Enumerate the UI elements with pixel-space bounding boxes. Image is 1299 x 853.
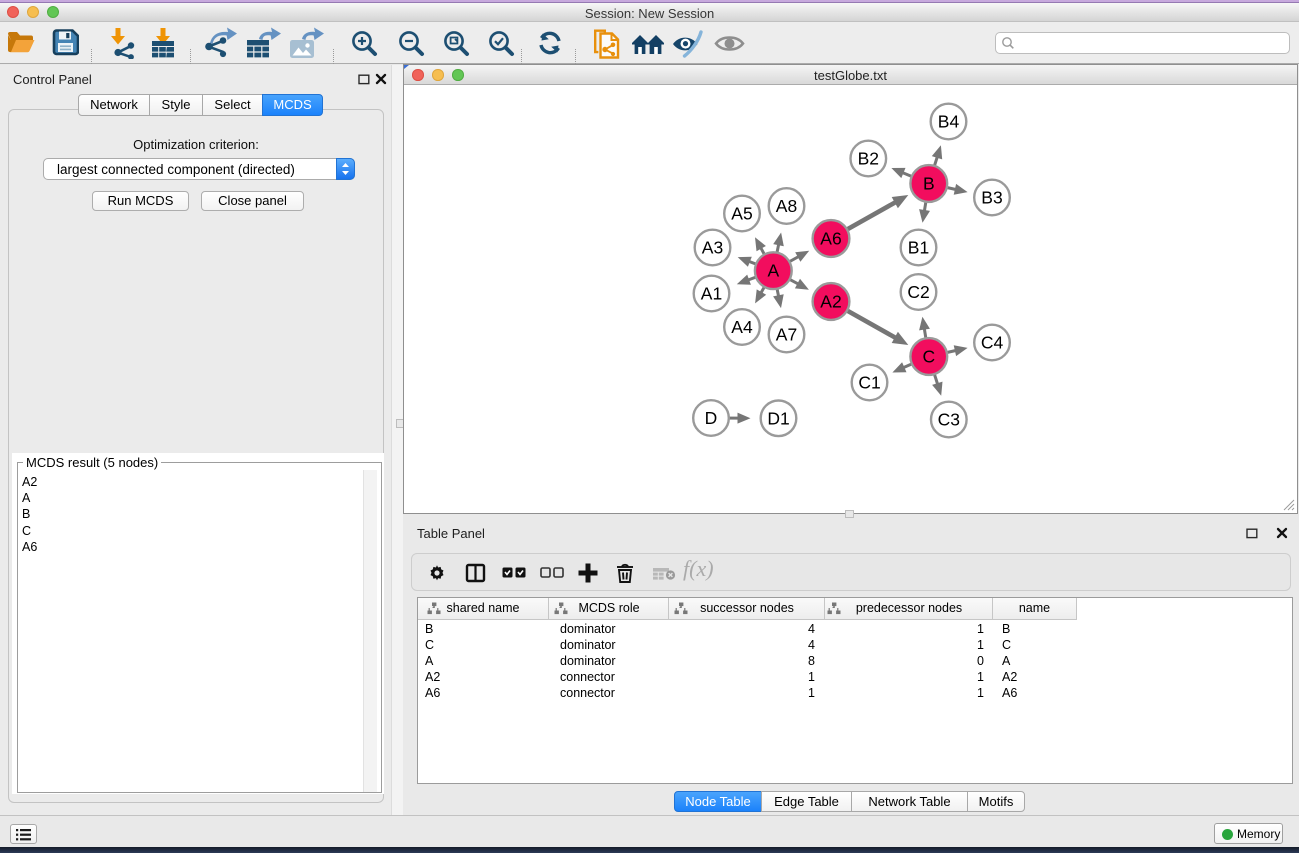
svg-text:B: B xyxy=(922,174,934,194)
svg-text:A1: A1 xyxy=(700,284,721,304)
svg-text:A2: A2 xyxy=(820,292,841,312)
svg-text:D: D xyxy=(704,408,717,428)
svg-text:A8: A8 xyxy=(775,196,796,216)
svg-text:A3: A3 xyxy=(701,238,722,258)
svg-text:C1: C1 xyxy=(858,373,880,393)
svg-text:C3: C3 xyxy=(937,410,959,430)
svg-text:C2: C2 xyxy=(907,282,929,302)
svg-text:A5: A5 xyxy=(731,204,752,224)
svg-text:C4: C4 xyxy=(980,333,1003,353)
svg-text:C: C xyxy=(922,347,935,367)
svg-text:A4: A4 xyxy=(731,317,753,337)
svg-text:A7: A7 xyxy=(775,325,796,345)
svg-text:B3: B3 xyxy=(981,188,1002,208)
svg-text:B4: B4 xyxy=(937,112,959,132)
svg-text:D1: D1 xyxy=(767,408,789,428)
svg-text:A: A xyxy=(767,261,779,281)
svg-text:B1: B1 xyxy=(907,238,928,258)
svg-text:B2: B2 xyxy=(857,149,878,169)
svg-text:A6: A6 xyxy=(820,229,841,249)
